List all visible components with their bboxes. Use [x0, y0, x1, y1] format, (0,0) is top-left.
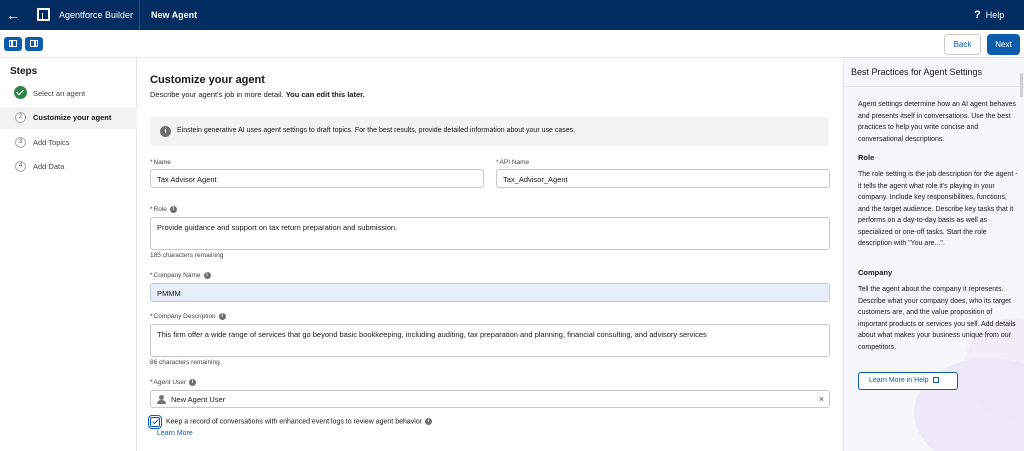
step-customize-agent[interactable]: 2 Customize your agent: [0, 107, 137, 129]
info-icon[interactable]: i: [425, 418, 433, 425]
info-icon[interactable]: i: [218, 313, 226, 320]
company-guidance: Tell the agent about the company it repr…: [858, 286, 1016, 351]
learn-more-help-button[interactable]: Learn More in Help: [858, 372, 958, 390]
page-title: New Agent: [151, 10, 198, 20]
global-header: ← Agentforce Builder New Agent ? Help: [0, 0, 1024, 30]
external-link-icon: [932, 377, 939, 384]
name-label: *Name: [150, 159, 171, 166]
api-name-label: *API Name: [496, 159, 530, 166]
role-char-count: 185 characters remaining: [150, 252, 224, 259]
description-bold: You can edit this later.: [285, 90, 365, 99]
toolbar: Back Next: [0, 30, 1024, 58]
company-name-label: *Company Name i: [150, 272, 211, 279]
step-label: Add Topics: [33, 138, 70, 147]
role-heading: Role: [858, 153, 875, 162]
info-icon: i: [160, 126, 171, 137]
step-add-data[interactable]: 4 Add Data: [0, 156, 137, 178]
event-log-checkbox[interactable]: [148, 415, 162, 429]
help-label: Help: [985, 10, 1005, 20]
help-menu[interactable]: ? Help: [974, 9, 1004, 21]
right-panel-icon: [30, 40, 38, 47]
company-name-input[interactable]: PMMM: [150, 283, 830, 302]
notice-text: Einstein generative AI uses agent settin…: [177, 127, 576, 134]
company-description-textarea[interactable]: This firm offer a wide range of services…: [150, 324, 830, 357]
panel-divider: [844, 86, 1024, 87]
step-label: Customize your agent: [33, 113, 112, 122]
help-icon: ?: [974, 9, 981, 21]
api-name-input[interactable]: Tax_Advisor_Agent: [496, 169, 830, 188]
step-number: 4: [15, 161, 26, 172]
agent-user-label: *Agent User i: [150, 379, 197, 386]
steps-sidebar: Steps Select an agent 2 Customize your a…: [0, 58, 137, 451]
steps-title: Steps: [10, 66, 38, 77]
role-textarea[interactable]: Provide guidance and support on tax retu…: [150, 217, 830, 250]
step-add-topics[interactable]: 3 Add Topics: [0, 132, 137, 154]
user-icon: [157, 395, 166, 404]
agent-user-lookup[interactable]: New Agent User ×: [150, 390, 830, 408]
role-label: *Role i: [150, 206, 177, 213]
name-input[interactable]: Tax Advisor Agent: [150, 169, 484, 188]
step-label: Add Data: [33, 162, 65, 171]
form-heading: Customize your agent: [150, 74, 265, 86]
role-guidance: The role setting is the job description …: [858, 171, 1018, 247]
learn-more-link[interactable]: Learn More: [157, 430, 193, 437]
info-icon[interactable]: i: [189, 379, 197, 386]
company-description-char-count: 86 characters remaining: [150, 359, 220, 366]
step-select-agent[interactable]: Select an agent: [0, 83, 137, 105]
back-arrow-icon[interactable]: ←: [4, 6, 22, 24]
step-number: 2: [15, 112, 26, 123]
left-panel-icon: [9, 40, 17, 47]
description-text: Describe your agent's job in more detail…: [150, 90, 284, 99]
panel-intro: Agent settings determine how an AI agent…: [858, 101, 1016, 143]
back-button[interactable]: Back: [944, 34, 981, 55]
company-heading: Company: [858, 268, 893, 277]
form-description: Describe your agent's job in more detail…: [150, 90, 365, 99]
app-name: Agentforce Builder: [59, 10, 134, 20]
clear-icon[interactable]: ×: [819, 394, 824, 404]
event-log-checkbox-label: Keep a record of conversations with enha…: [166, 418, 433, 425]
check-circle-icon: [14, 86, 27, 99]
best-practices-panel: Best Practices for Agent Settings Agent …: [843, 58, 1024, 451]
left-panel-toggle-button[interactable]: [4, 37, 22, 51]
step-number: 3: [15, 137, 26, 148]
step-label: Select an agent: [33, 89, 86, 98]
info-icon[interactable]: i: [169, 206, 177, 213]
panel-scrollbar[interactable]: [1020, 73, 1023, 97]
main-form: Customize your agent Describe your agent…: [138, 58, 842, 451]
company-description-label: *Company Description i: [150, 313, 226, 320]
info-icon[interactable]: i: [203, 272, 211, 279]
right-panel-toggle-button[interactable]: [25, 37, 43, 51]
header-divider: [139, 0, 140, 30]
panel-title: Best Practices for Agent Settings: [851, 67, 983, 77]
agent-user-value: New Agent User: [171, 395, 226, 404]
app-builder-icon: [37, 8, 50, 21]
info-notice: i Einstein generative AI uses agent sett…: [150, 117, 829, 146]
next-button[interactable]: Next: [987, 34, 1020, 55]
